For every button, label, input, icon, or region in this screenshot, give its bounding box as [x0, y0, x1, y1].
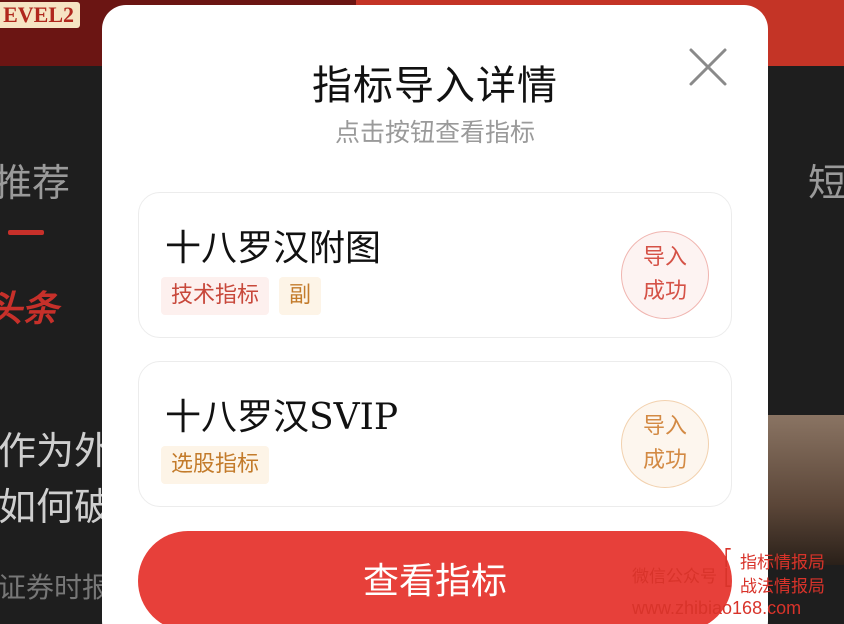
indicator-name: 十八罗汉SVIP [165, 397, 399, 438]
news-thumbnail[interactable] [766, 415, 844, 565]
tab-recommend[interactable]: 推荐 [0, 152, 70, 207]
tab-active-indicator [8, 230, 44, 235]
watermark: 微信公众号 ⎡ ⎣ 指标情报局 战法情报局 www.zhibiao168.com [632, 546, 844, 624]
import-success-stamp: 导入 成功 [621, 400, 709, 488]
tag-technical: 技术指标 [161, 277, 270, 315]
import-success-stamp: 导入 成功 [621, 231, 709, 319]
indicator-card[interactable]: 十八罗汉SVIP 选股指标 导入 成功 [138, 361, 732, 507]
tag-stock-selection: 选股指标 [161, 446, 270, 484]
dialog-title: 指标导入详情 [312, 63, 558, 109]
stamp-text-line: 成功 [642, 279, 687, 304]
news-title-line[interactable]: 作为外 [0, 420, 112, 475]
watermark-url: www.zhibiao168.com [632, 598, 802, 618]
watermark-name: 指标情报局 [740, 553, 825, 573]
tag-secondary: 副 [279, 277, 322, 315]
watermark-wechat-label: 微信公众号 [632, 567, 717, 587]
news-source: 证券时报 [0, 571, 111, 604]
stamp-text-line: 导入 [642, 245, 687, 270]
news-title-line[interactable]: 如何破 [0, 476, 112, 531]
indicator-name: 十八罗汉附图 [165, 228, 382, 269]
indicator-card[interactable]: 十八罗汉附图 技术指标 副 导入 成功 [138, 192, 732, 338]
watermark-brace: ⎡ ⎣ [724, 548, 732, 587]
close-button[interactable] [688, 47, 728, 87]
watermark-name: 战法情报局 [740, 577, 825, 597]
tab-short-video[interactable]: 短 [808, 152, 844, 207]
import-details-dialog: 指标导入详情 点击按钮查看指标 十八罗汉附图 技术指标 副 导入 成功 十八罗汉… [102, 5, 768, 624]
stamp-text-line: 成功 [642, 448, 687, 473]
indicator-tags: 选股指标 [161, 446, 270, 484]
dialog-subtitle: 点击按钮查看指标 [334, 118, 535, 147]
headline-badge: 头条 [0, 289, 59, 330]
stamp-text-line: 导入 [642, 414, 687, 439]
indicator-tags: 技术指标 副 [161, 277, 322, 315]
close-icon [689, 48, 727, 86]
level2-badge: EVEL2 [0, 2, 80, 28]
